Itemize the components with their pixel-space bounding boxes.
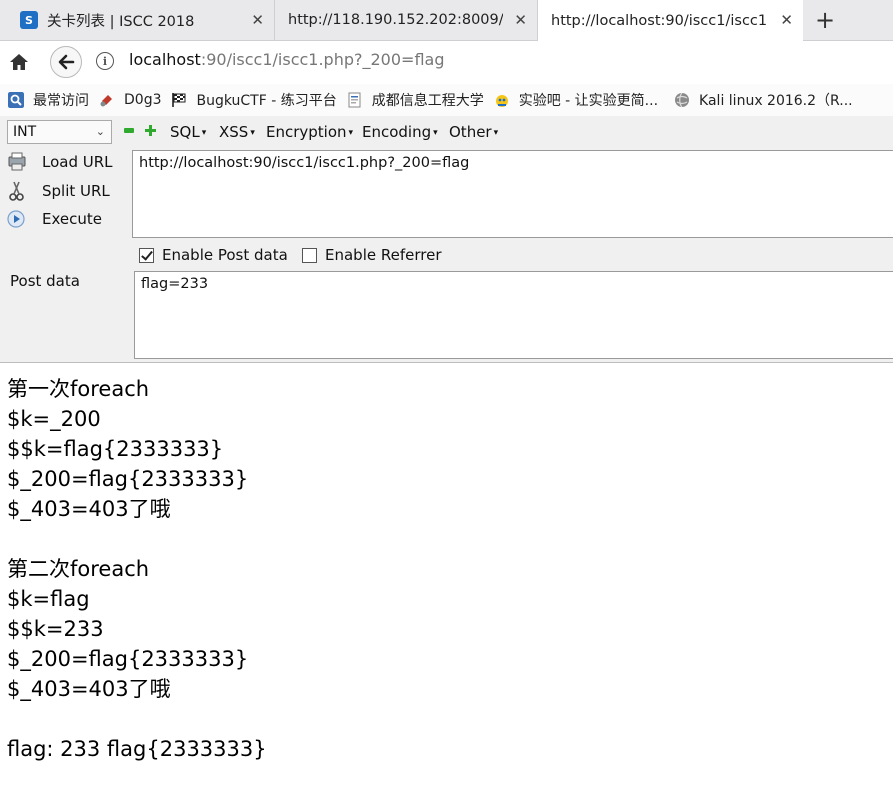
tab-label: http://localhost:90/iscc1/iscc1 bbox=[551, 12, 766, 29]
checkbox-checked[interactable] bbox=[139, 247, 154, 263]
menu-label: Encryption bbox=[266, 123, 347, 141]
arrow-left-icon bbox=[58, 54, 75, 70]
enable-post-checkbox[interactable]: Enable Post data bbox=[139, 246, 288, 264]
output-line: $$k=flag{2333333} bbox=[7, 437, 224, 461]
tab-remote-site[interactable]: http://118.190.152.202:8009/i ✕ bbox=[276, 0, 538, 40]
checkbox-unchecked[interactable] bbox=[302, 247, 317, 263]
menu-xss[interactable]: XSS ▾ bbox=[219, 123, 255, 141]
tab-strip: S 关卡列表 | ISCC 2018 ✕ http://118.190.152.… bbox=[0, 0, 893, 41]
output-line: $_200=flag{2333333} bbox=[7, 647, 249, 671]
bookmark-label: Kali linux 2016.2（R... bbox=[699, 93, 853, 109]
output-line: 第二次foreach bbox=[7, 557, 150, 581]
output-line: 第一次foreach bbox=[7, 377, 150, 401]
globe-icon bbox=[675, 92, 690, 108]
bookmark-label: 实验吧 - 让实验更简... bbox=[518, 93, 659, 109]
caret-down-icon: ▾ bbox=[493, 128, 499, 138]
type-select-value: INT bbox=[13, 124, 37, 140]
menu-label: XSS bbox=[219, 123, 249, 141]
menu-sql[interactable]: SQL ▾ bbox=[170, 123, 206, 141]
output-line: flag: 233 flag{2333333} bbox=[7, 737, 267, 761]
decrement-icon[interactable] bbox=[124, 128, 134, 133]
output-line: $_403=403了哦 bbox=[7, 497, 171, 521]
magnifier-icon bbox=[8, 92, 24, 108]
caret-down-icon: ▾ bbox=[348, 128, 354, 138]
bookmark-label: BugkuCTF - 练习平台 bbox=[196, 93, 337, 109]
iscc-favicon-icon: S bbox=[20, 11, 38, 29]
output-line: $_200=flag{2333333} bbox=[7, 467, 249, 491]
home-icon[interactable] bbox=[8, 51, 30, 73]
menu-label: Other bbox=[449, 123, 492, 141]
hackbar-panel: INT ⌄ SQL ▾ XSS ▾ Encryption ▾ Encoding ▾ Ot… bbox=[0, 116, 893, 363]
lab-icon bbox=[495, 95, 508, 107]
load-url-label: Load URL bbox=[42, 153, 113, 171]
increment-icon[interactable] bbox=[145, 125, 156, 136]
tab-label: http://118.190.152.202:8009/i bbox=[288, 12, 503, 28]
post-data-label: Post data bbox=[10, 272, 80, 290]
menu-other[interactable]: Other ▾ bbox=[449, 123, 498, 141]
bookmark-most-visited[interactable]: 最常访问 bbox=[8, 90, 89, 110]
back-button[interactable] bbox=[50, 46, 82, 78]
chevron-down-icon: ⌄ bbox=[95, 125, 105, 138]
menu-label: Encoding bbox=[362, 123, 432, 141]
execute-label: Execute bbox=[42, 210, 102, 228]
output-line: $_403=403了哦 bbox=[7, 677, 171, 701]
play-icon bbox=[7, 210, 25, 228]
enable-referrer-label: Enable Referrer bbox=[325, 246, 442, 264]
output-line: $$k=233 bbox=[7, 617, 104, 641]
page-icon bbox=[348, 92, 361, 108]
url-textarea[interactable]: http://localhost:90/iscc1/iscc1.php?_200… bbox=[132, 150, 893, 238]
load-url-icon bbox=[8, 152, 26, 171]
type-select[interactable]: INT ⌄ bbox=[7, 120, 112, 144]
bookmark-icon bbox=[100, 95, 112, 107]
menu-label: SQL bbox=[170, 123, 200, 141]
new-tab-button[interactable]: + bbox=[812, 6, 838, 34]
execute-button[interactable]: Execute bbox=[6, 208, 102, 230]
menu-encryption[interactable]: Encryption ▾ bbox=[266, 123, 353, 141]
split-url-button[interactable]: Split URL bbox=[6, 180, 110, 202]
bookmarks-toolbar: 最常访问 D0g3 BugkuCTF - 练习平台 成都信息工程大学 实验吧 -… bbox=[0, 84, 893, 116]
enable-referrer-checkbox[interactable]: Enable Referrer bbox=[302, 246, 441, 264]
address-path: :90/iscc1/iscc1.php?_200=flag bbox=[200, 50, 445, 69]
address-bar[interactable]: localhost:90/iscc1/iscc1.php?_200=flag bbox=[129, 50, 444, 69]
caret-down-icon: ▾ bbox=[201, 128, 207, 138]
tab-iscc-levels[interactable]: S 关卡列表 | ISCC 2018 ✕ bbox=[0, 0, 275, 40]
caret-down-icon: ▾ bbox=[250, 128, 255, 138]
close-tab-icon[interactable]: ✕ bbox=[514, 11, 527, 29]
navigation-bar: i localhost:90/iscc1/iscc1.php?_200=flag bbox=[0, 41, 893, 82]
bookmark-bugkuctf[interactable]: BugkuCTF - 练习平台 bbox=[171, 90, 337, 110]
address-host: localhost bbox=[129, 50, 201, 69]
split-url-label: Split URL bbox=[42, 182, 110, 200]
site-info-icon[interactable]: i bbox=[96, 52, 114, 70]
enable-post-label: Enable Post data bbox=[162, 246, 288, 264]
bookmark-label: D0g3 bbox=[124, 92, 162, 108]
load-url-button[interactable]: Load URL bbox=[6, 151, 113, 173]
bookmark-cuit[interactable]: 成都信息工程大学 bbox=[347, 90, 484, 110]
bookmark-label: 最常访问 bbox=[33, 93, 89, 109]
menu-encoding[interactable]: Encoding ▾ bbox=[362, 123, 438, 141]
bookmark-kali[interactable]: Kali linux 2016.2（R... bbox=[674, 90, 853, 110]
tab-localhost-active[interactable]: http://localhost:90/iscc1/iscc1 ✕ bbox=[538, 0, 803, 41]
output-line: $k=flag bbox=[7, 587, 90, 611]
output-line: $k=_200 bbox=[7, 407, 101, 431]
bookmark-label: 成都信息工程大学 bbox=[371, 93, 484, 109]
scissors-icon bbox=[9, 181, 24, 201]
bookmark-d0g3[interactable]: D0g3 bbox=[99, 92, 161, 108]
post-data-textarea[interactable]: flag=233 bbox=[134, 271, 893, 359]
caret-down-icon: ▾ bbox=[433, 128, 438, 138]
bookmark-shiyanbar[interactable]: 实验吧 - 让实验更简... bbox=[494, 90, 658, 110]
tab-label: 关卡列表 | ISCC 2018 bbox=[47, 13, 195, 30]
page-output: 第一次foreach $k=_200 $$k=flag{2333333} $_2… bbox=[7, 374, 267, 764]
close-tab-icon[interactable]: ✕ bbox=[251, 11, 264, 29]
close-tab-icon[interactable]: ✕ bbox=[780, 11, 793, 29]
flag-icon bbox=[172, 93, 186, 107]
